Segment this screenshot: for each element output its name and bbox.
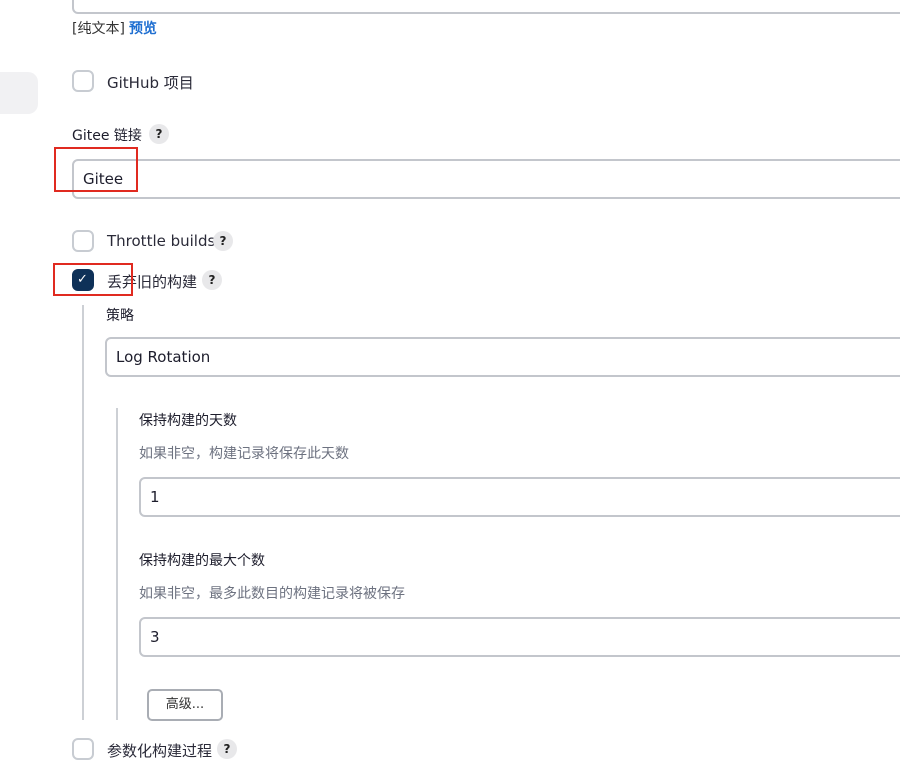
strategy-label: 策略: [106, 308, 134, 324]
days-to-keep-input[interactable]: 1: [139, 477, 900, 517]
highlight-gitee: [54, 147, 138, 192]
advanced-button[interactable]: 高级...: [147, 689, 223, 721]
preview-link[interactable]: 预览: [129, 21, 157, 37]
discard-help-icon[interactable]: ?: [202, 270, 222, 290]
section-indent-line: [82, 305, 84, 720]
strategy-indent-line: [116, 408, 118, 720]
github-project-checkbox[interactable]: [72, 70, 94, 92]
gitee-link-label: Gitee 链接: [72, 128, 142, 144]
throttle-help-icon[interactable]: ?: [213, 231, 233, 251]
github-project-label: GitHub 项目: [107, 74, 194, 92]
parameterized-build-checkbox[interactable]: [72, 738, 94, 760]
max-builds-desc: 如果非空，最多此数目的构建记录将被保存: [139, 586, 405, 602]
max-builds-label: 保持构建的最大个数: [139, 553, 265, 569]
parameterized-build-label: 参数化构建过程: [107, 742, 213, 760]
sidebar-tab[interactable]: [0, 72, 38, 114]
days-to-keep-desc: 如果非空，构建记录将保存此天数: [139, 446, 349, 462]
highlight-discard: [53, 263, 133, 296]
max-builds-input[interactable]: 3: [139, 617, 900, 657]
strategy-select[interactable]: Log Rotation: [105, 337, 900, 377]
description-textarea[interactable]: [72, 0, 900, 14]
days-to-keep-label: 保持构建的天数: [139, 413, 237, 429]
format-line: [纯文本] 预览: [72, 18, 157, 38]
throttle-builds-checkbox[interactable]: [72, 230, 94, 252]
parameterized-help-icon[interactable]: ?: [217, 739, 237, 759]
gitee-connection-select[interactable]: Gitee: [72, 159, 900, 199]
plain-text-label: [纯文本]: [72, 21, 125, 37]
gitee-help-icon[interactable]: ?: [149, 124, 169, 144]
throttle-builds-label: Throttle builds: [107, 232, 216, 250]
